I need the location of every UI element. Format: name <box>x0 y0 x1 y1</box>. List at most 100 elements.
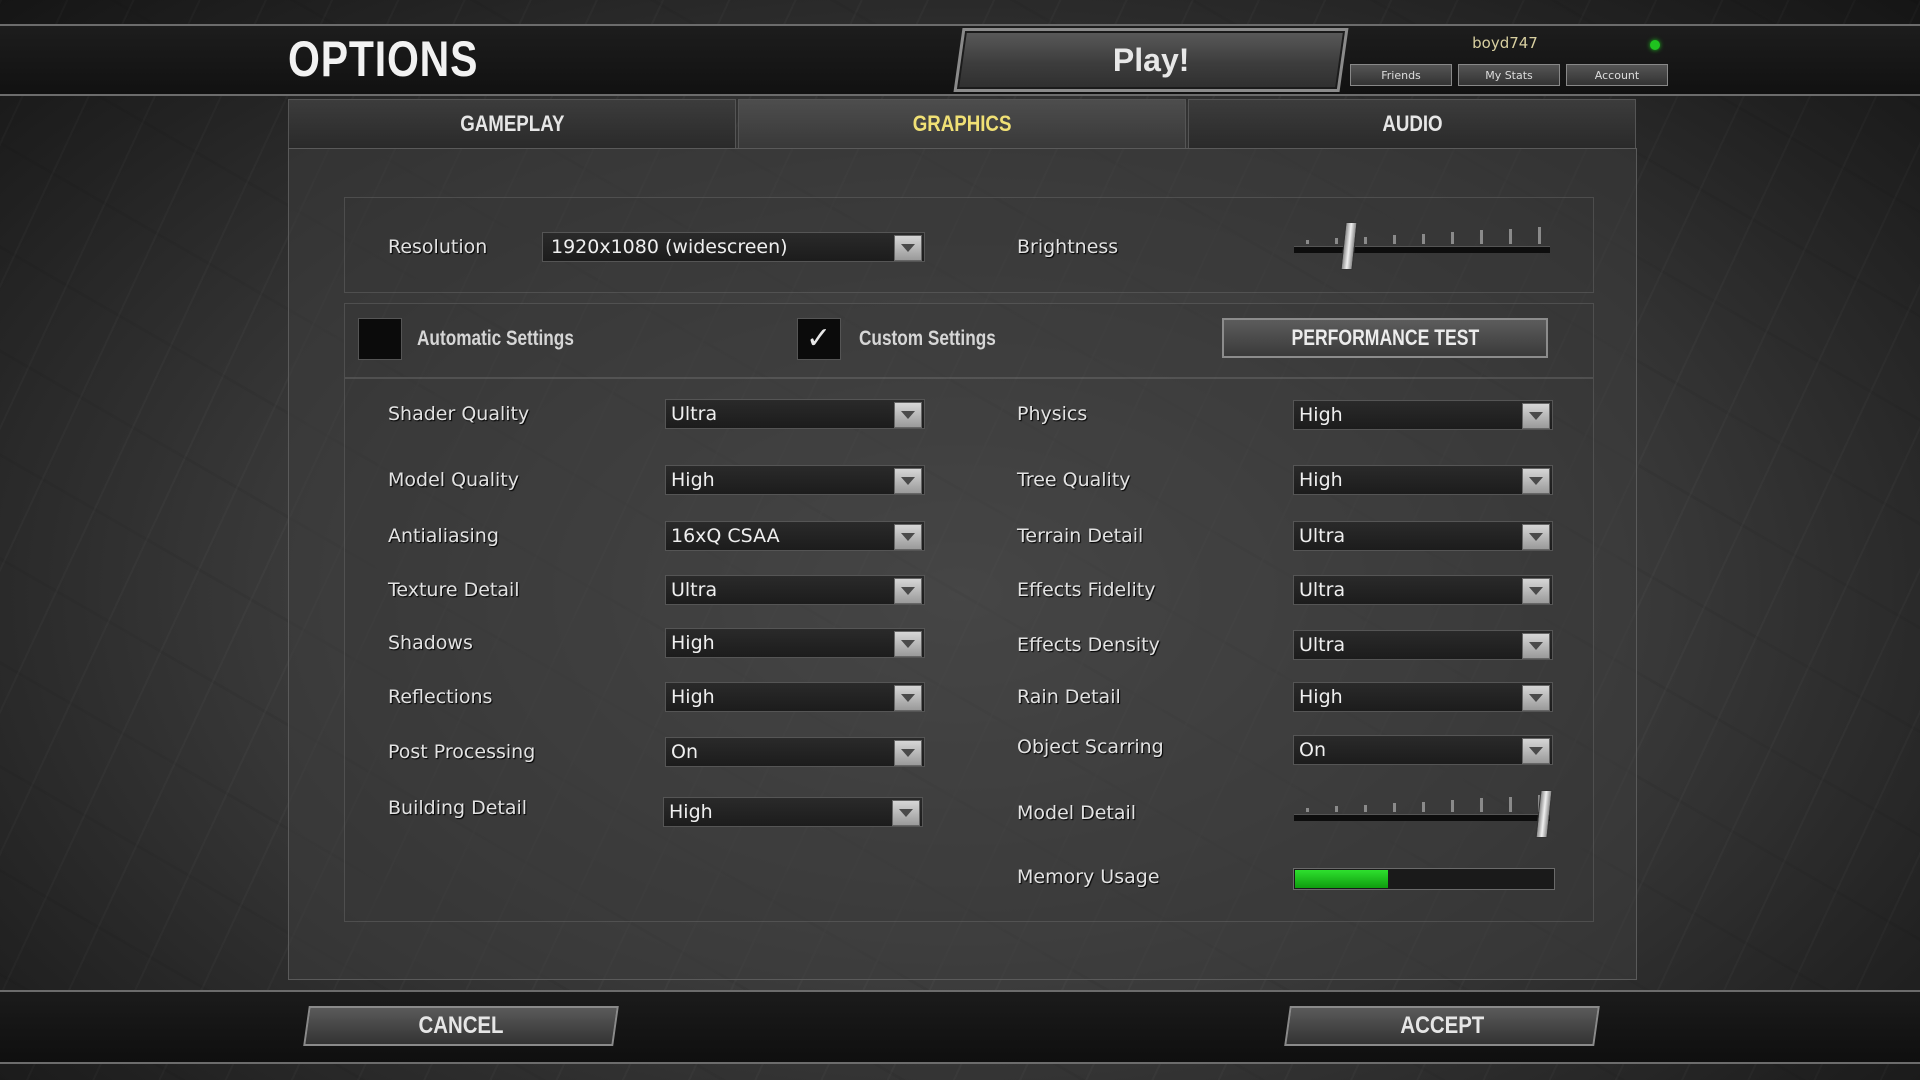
performance-test-button[interactable]: PERFORMANCE TEST <box>1222 318 1548 358</box>
resolution-dropdown[interactable]: 1920x1080 (widescreen) <box>542 232 925 262</box>
resolution-value: 1920x1080 (widescreen) <box>551 236 788 258</box>
chevron-down-icon <box>1522 738 1550 764</box>
shadows-dropdown[interactable]: High <box>665 628 925 658</box>
slider-tick <box>1509 796 1512 812</box>
effects-fidelity-label: Effects Fidelity <box>1017 579 1156 601</box>
terrain-detail-dropdown[interactable]: Ultra <box>1293 521 1553 551</box>
chevron-down-icon <box>1522 468 1550 494</box>
chevron-down-icon <box>894 402 922 428</box>
account-button[interactable]: Account <box>1566 64 1668 86</box>
chevron-down-icon <box>894 685 922 711</box>
custom-settings-checkbox[interactable]: ✓ <box>797 318 841 360</box>
accept-button[interactable]: ACCEPT <box>1284 1006 1600 1046</box>
chevron-down-icon <box>1522 685 1550 711</box>
antialiasing-label: Antialiasing <box>388 525 499 547</box>
physics-label: Physics <box>1017 403 1088 425</box>
effects-density-value: Ultra <box>1299 634 1346 656</box>
chevron-down-icon <box>894 631 922 657</box>
model-quality-value: High <box>671 469 715 491</box>
slider-track <box>1294 246 1550 253</box>
chevron-down-icon <box>1522 633 1550 659</box>
shader-quality-label: Shader Quality <box>388 403 530 425</box>
automatic-settings-label: Automatic Settings <box>417 327 574 350</box>
model-quality-dropdown[interactable]: High <box>665 465 925 495</box>
performance-test-label: PERFORMANCE TEST <box>1291 325 1479 350</box>
effects-density-dropdown[interactable]: Ultra <box>1293 630 1553 660</box>
model-quality-label: Model Quality <box>388 469 519 491</box>
slider-tick <box>1480 230 1483 244</box>
physics-dropdown[interactable]: High <box>1293 400 1553 430</box>
building-detail-value: High <box>669 801 713 823</box>
my-stats-button[interactable]: My Stats <box>1458 64 1560 86</box>
reflections-dropdown[interactable]: High <box>665 682 925 712</box>
shadows-value: High <box>671 632 715 654</box>
antialiasing-dropdown[interactable]: 16xQ CSAA <box>665 521 925 551</box>
slider-tick <box>1422 233 1425 244</box>
effects-fidelity-value: Ultra <box>1299 579 1346 601</box>
chevron-down-icon <box>894 578 922 604</box>
user-panel: boyd747 Friends My Stats Account <box>1345 28 1675 88</box>
page-title: OPTIONS <box>288 31 479 87</box>
play-button[interactable]: Play! <box>953 28 1349 92</box>
chevron-down-icon <box>1522 403 1550 429</box>
accept-button-label: ACCEPT <box>1400 1012 1484 1039</box>
post-processing-label: Post Processing <box>388 741 536 763</box>
shader-quality-dropdown[interactable]: Ultra <box>665 399 925 429</box>
bottom-bar <box>0 990 1920 1064</box>
username: boyd747 <box>1472 34 1538 52</box>
building-detail-label: Building Detail <box>388 797 528 819</box>
memory-usage-bar <box>1293 868 1555 890</box>
resolution-label: Resolution <box>388 236 488 258</box>
rain-detail-value: High <box>1299 686 1343 708</box>
cancel-button[interactable]: CANCEL <box>303 1006 619 1046</box>
tab-graphics-label: GRAPHICS <box>912 111 1012 136</box>
effects-fidelity-dropdown[interactable]: Ultra <box>1293 575 1553 605</box>
post-processing-dropdown[interactable]: On <box>665 737 925 767</box>
slider-thumb[interactable] <box>1340 222 1358 270</box>
object-scarring-dropdown[interactable]: On <box>1293 735 1553 765</box>
reflections-value: High <box>671 686 715 708</box>
shader-quality-value: Ultra <box>671 403 718 425</box>
tree-quality-dropdown[interactable]: High <box>1293 465 1553 495</box>
terrain-detail-label: Terrain Detail <box>1017 525 1144 547</box>
slider-track <box>1294 814 1550 821</box>
tab-audio-label: AUDIO <box>1381 111 1443 136</box>
brightness-slider[interactable] <box>1294 220 1550 270</box>
building-detail-dropdown[interactable]: High <box>663 797 923 827</box>
slider-tick <box>1422 801 1425 812</box>
tab-gameplay-label: GAMEPLAY <box>459 111 565 136</box>
slider-tick <box>1306 808 1309 812</box>
slider-tick <box>1393 803 1396 812</box>
tab-gameplay[interactable]: GAMEPLAY <box>288 99 736 149</box>
slider-tick <box>1509 228 1512 244</box>
shadows-label: Shadows <box>388 632 473 654</box>
tab-graphics[interactable]: GRAPHICS <box>738 99 1186 149</box>
chevron-down-icon <box>892 800 920 826</box>
tab-audio[interactable]: AUDIO <box>1188 99 1636 149</box>
slider-tick <box>1451 800 1454 812</box>
texture-detail-value: Ultra <box>671 579 718 601</box>
chevron-down-icon <box>894 468 922 494</box>
tree-quality-label: Tree Quality <box>1017 469 1131 491</box>
slider-tick <box>1480 798 1483 812</box>
slider-tick <box>1538 227 1541 244</box>
object-scarring-value: On <box>1299 739 1326 761</box>
model-detail-label: Model Detail <box>1017 802 1137 824</box>
memory-usage-label: Memory Usage <box>1017 866 1160 888</box>
slider-tick <box>1364 804 1367 812</box>
slider-tick <box>1364 236 1367 244</box>
texture-detail-label: Texture Detail <box>388 579 520 601</box>
checkmark-icon: ✓ <box>806 321 832 356</box>
model-detail-slider[interactable] <box>1294 788 1553 838</box>
tree-quality-value: High <box>1299 469 1343 491</box>
rain-detail-dropdown[interactable]: High <box>1293 682 1553 712</box>
automatic-settings-checkbox[interactable] <box>358 318 402 360</box>
antialiasing-value: 16xQ CSAA <box>671 525 780 547</box>
post-processing-value: On <box>671 741 698 763</box>
memory-usage-fill <box>1295 870 1388 888</box>
friends-button[interactable]: Friends <box>1350 64 1452 86</box>
chevron-down-icon <box>1522 524 1550 550</box>
physics-value: High <box>1299 404 1343 426</box>
rain-detail-label: Rain Detail <box>1017 686 1121 708</box>
texture-detail-dropdown[interactable]: Ultra <box>665 575 925 605</box>
